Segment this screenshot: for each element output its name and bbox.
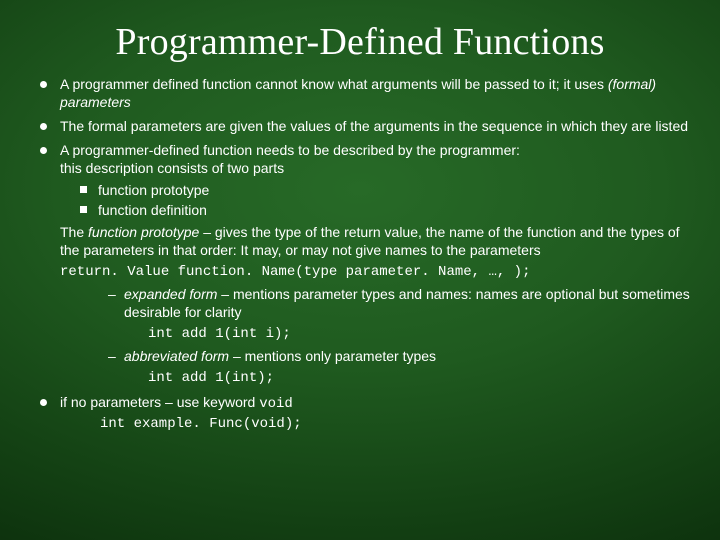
proto-b: function prototype bbox=[88, 224, 199, 240]
sub-bullet-2-text: function definition bbox=[98, 202, 207, 218]
exp-a: expanded form bbox=[124, 286, 217, 302]
expanded-form: expanded form – mentions parameter types… bbox=[108, 286, 690, 322]
bullet-3: A programmer-defined function needs to b… bbox=[38, 142, 690, 388]
bullet-4-code: int example. Func(void); bbox=[100, 416, 690, 434]
abb-b: – mentions only parameter types bbox=[229, 348, 436, 364]
sub-bullet-2: function definition bbox=[78, 202, 690, 220]
bullet-4-text-a: if no parameters – use keyword bbox=[60, 394, 259, 410]
bullet-4-text-b: void bbox=[259, 396, 293, 412]
bullet-2-text: The formal parameters are given the valu… bbox=[60, 118, 688, 134]
prototype-desc: The function prototype – gives the type … bbox=[60, 224, 690, 260]
abbreviated-code: int add 1(int); bbox=[148, 370, 690, 388]
abbreviated-form: abbreviated form – mentions only paramet… bbox=[108, 348, 690, 366]
sub-bullet-list: function prototype function definition bbox=[78, 182, 690, 221]
proto-a: The bbox=[60, 224, 88, 240]
prototype-code: return. Value function. Name(type parame… bbox=[60, 264, 690, 282]
slide-title: Programmer-Defined Functions bbox=[30, 20, 690, 64]
sub-bullet-1: function prototype bbox=[78, 182, 690, 200]
bullet-1: A programmer defined function cannot kno… bbox=[38, 76, 690, 112]
bullet-list: A programmer defined function cannot kno… bbox=[30, 76, 690, 433]
bullet-1-text-a: A programmer defined function cannot kno… bbox=[60, 76, 608, 92]
sub-bullet-1-text: function prototype bbox=[98, 182, 209, 198]
abb-a: abbreviated form bbox=[124, 348, 229, 364]
bullet-4: if no parameters – use keyword void int … bbox=[38, 394, 690, 434]
bullet-2: The formal parameters are given the valu… bbox=[38, 118, 690, 136]
bullet-3-text: A programmer-defined function needs to b… bbox=[60, 142, 520, 176]
expanded-code: int add 1(int i); bbox=[148, 326, 690, 344]
slide: Programmer-Defined Functions A programme… bbox=[0, 0, 720, 540]
